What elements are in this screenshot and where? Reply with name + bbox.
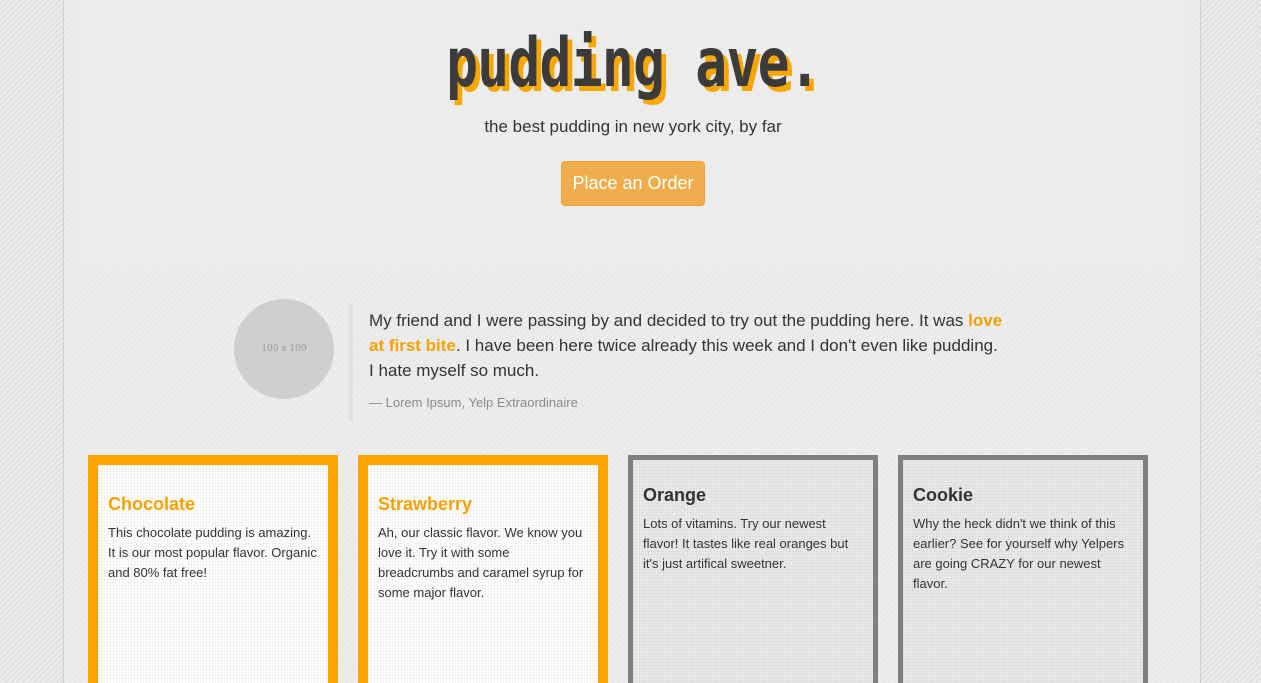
- hero-section: pudding ave. the best pudding in new yor…: [78, 0, 1188, 270]
- flavor-card-strawberry[interactable]: Strawberry Ah, our classic flavor. We kn…: [358, 455, 608, 683]
- place-order-button[interactable]: Place an Order: [561, 161, 705, 206]
- flavor-description: Lots of vitamins. Try our newest flavor!…: [643, 516, 849, 571]
- flavor-card-orange[interactable]: Orange Lots of vitamins. Try our newest …: [628, 455, 878, 683]
- flavor-title: Cookie: [913, 485, 974, 505]
- flavor-title: Chocolate: [108, 494, 196, 514]
- tagline: the best pudding in new york city, by fa…: [484, 117, 782, 136]
- testimonial-citation: — Lorem Ipsum, Yelp Extraordinaire: [369, 395, 578, 410]
- flavor-description: This chocolate pudding is amazing. It is…: [108, 525, 317, 580]
- flavor-title: Strawberry: [378, 494, 473, 514]
- flavor-description: Ah, our classic flavor. We know you love…: [378, 525, 584, 600]
- avatar: 100 x 100: [234, 299, 334, 399]
- testimonial-text: My friend and I were passing by and deci…: [369, 308, 1004, 383]
- testimonial-text-end: . I have been here twice already this we…: [369, 336, 998, 380]
- testimonial-text-start: My friend and I were passing by and deci…: [369, 311, 969, 330]
- site-logo[interactable]: pudding ave.: [200, 14, 1066, 114]
- flavor-description: Why the heck didn't we think of this ear…: [913, 516, 1125, 591]
- page-container: pudding ave. the best pudding in new yor…: [63, 0, 1201, 683]
- flavor-card-chocolate[interactable]: Chocolate This chocolate pudding is amaz…: [88, 455, 338, 683]
- testimonial-quote: My friend and I were passing by and deci…: [349, 304, 1004, 422]
- flavor-card-cookie[interactable]: Cookie Why the heck didn't we think of t…: [898, 455, 1148, 683]
- flavor-title: Orange: [643, 485, 707, 505]
